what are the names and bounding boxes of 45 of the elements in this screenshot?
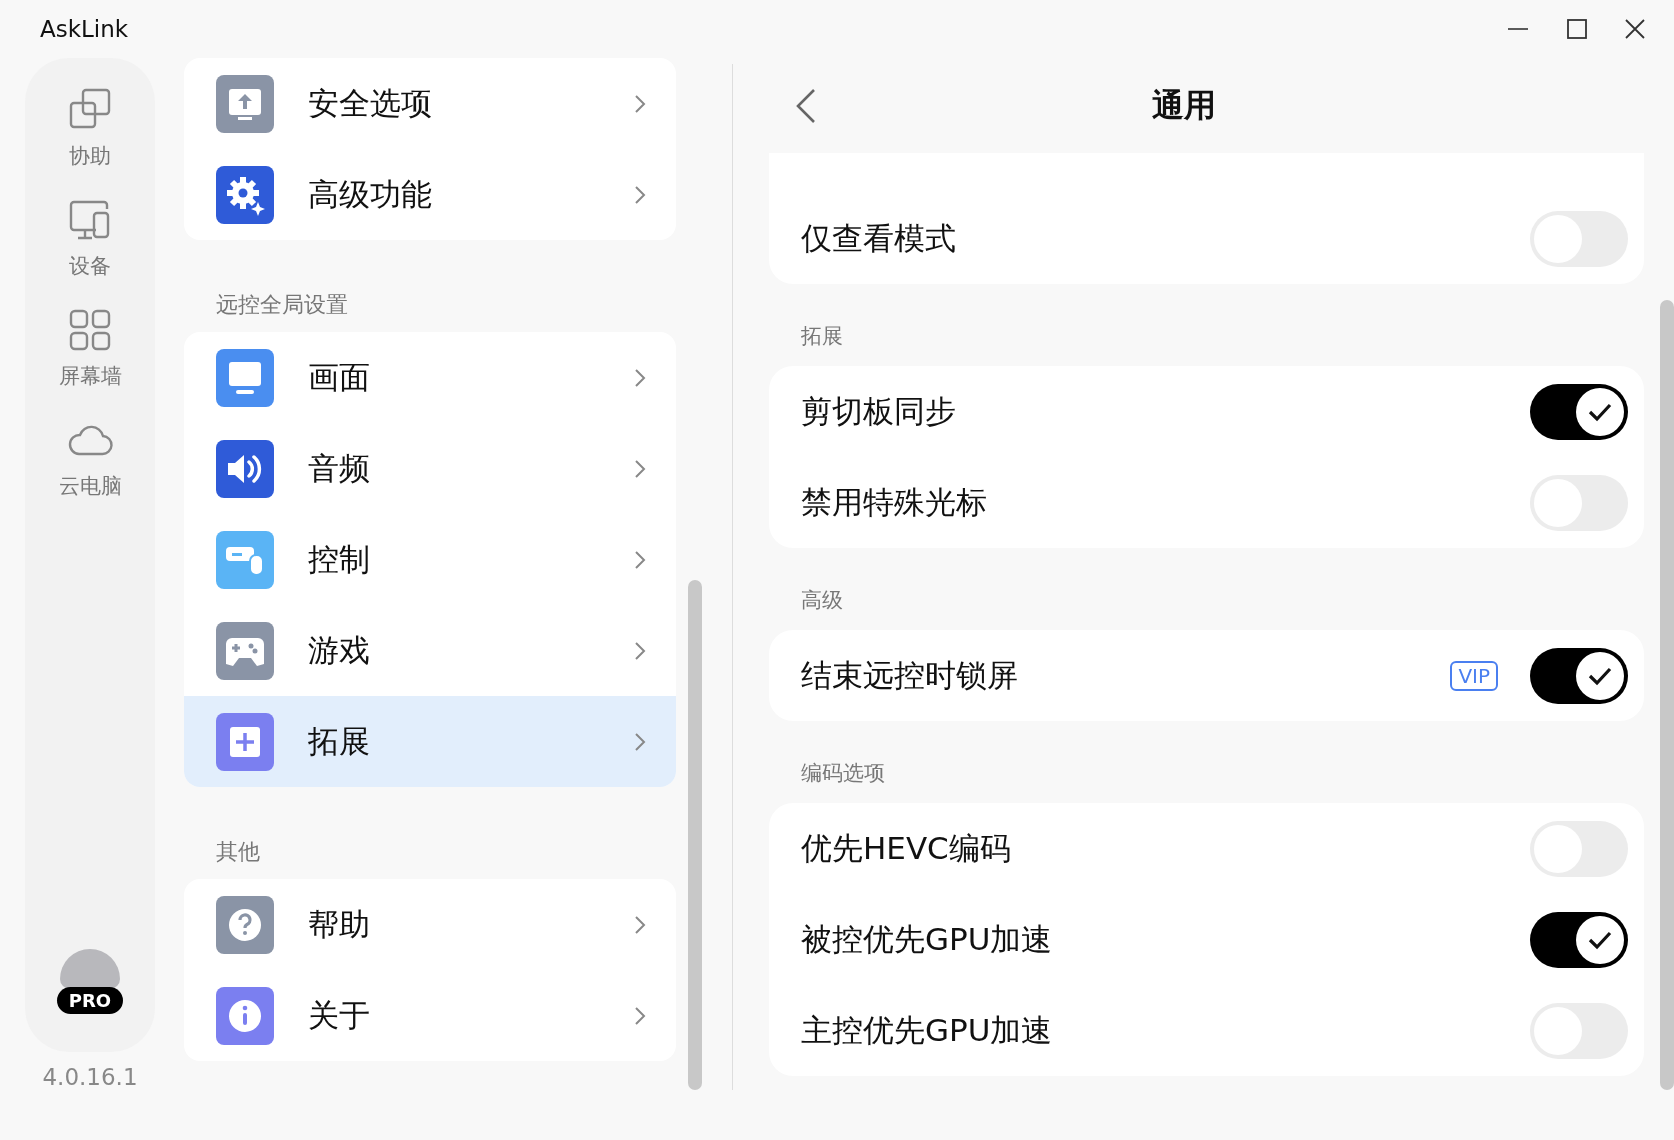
back-icon[interactable] bbox=[795, 87, 817, 124]
vip-badge: VIP bbox=[1450, 660, 1499, 691]
page-title: 通用 bbox=[1151, 84, 1216, 126]
menu-item[interactable]: 音频 bbox=[184, 423, 676, 514]
setting-label: 结束远控时锁屏 bbox=[801, 655, 1019, 695]
chevron-right-icon bbox=[634, 458, 646, 479]
chevron-right-icon bbox=[634, 914, 646, 935]
setting-label: 被控优先GPU加速 bbox=[801, 919, 1054, 959]
nav-item[interactable]: 设备 bbox=[62, 188, 118, 288]
scrollbar[interactable] bbox=[688, 580, 702, 1090]
maximize-icon[interactable] bbox=[1566, 18, 1588, 40]
menu-item[interactable]: 高级功能 bbox=[184, 149, 676, 240]
nav-item[interactable]: 屏幕墙 bbox=[54, 298, 126, 398]
section-header: 编码选项 bbox=[800, 760, 886, 787]
menu-item[interactable]: 帮助 bbox=[184, 879, 676, 970]
section-header: 拓展 bbox=[800, 323, 844, 350]
version-text: 4.0.16.1 bbox=[42, 1064, 138, 1090]
chevron-right-icon bbox=[634, 549, 646, 570]
scrollbar[interactable] bbox=[1660, 300, 1674, 1090]
menu-item[interactable]: 安全选项 bbox=[184, 58, 676, 149]
chevron-right-icon bbox=[634, 93, 646, 114]
chevron-right-icon bbox=[634, 640, 646, 661]
section-header: 远控全局设置 bbox=[215, 291, 349, 319]
section-header: 其他 bbox=[215, 838, 261, 866]
menu-item[interactable]: 游戏 bbox=[184, 605, 676, 696]
menu-item[interactable]: 拓展 bbox=[184, 696, 676, 787]
window-title: AskLink bbox=[40, 16, 129, 42]
menu-item[interactable]: 控制 bbox=[184, 514, 676, 605]
section-header: 高级 bbox=[800, 587, 844, 614]
nav-item[interactable]: 云电脑 bbox=[54, 408, 126, 508]
chevron-right-icon bbox=[634, 1005, 646, 1026]
setting-label: 仅查看模式 bbox=[801, 218, 957, 258]
menu-item[interactable]: 画面 bbox=[184, 332, 676, 423]
setting-label: 主控优先GPU加速 bbox=[801, 1010, 1054, 1050]
close-icon[interactable] bbox=[1624, 18, 1646, 40]
pro-badge: PRO bbox=[56, 987, 124, 1014]
menu-item[interactable]: 关于 bbox=[184, 970, 676, 1061]
chevron-right-icon bbox=[634, 731, 646, 752]
nav-item[interactable]: 协助 bbox=[62, 78, 118, 178]
avatar[interactable] bbox=[60, 949, 120, 989]
setting-label: 剪切板同步 bbox=[801, 391, 957, 431]
chevron-right-icon bbox=[634, 367, 646, 388]
setting-label: 禁用特殊光标 bbox=[801, 482, 988, 522]
chevron-right-icon bbox=[634, 184, 646, 205]
setting-label: 优先HEVC编码 bbox=[801, 828, 1012, 868]
